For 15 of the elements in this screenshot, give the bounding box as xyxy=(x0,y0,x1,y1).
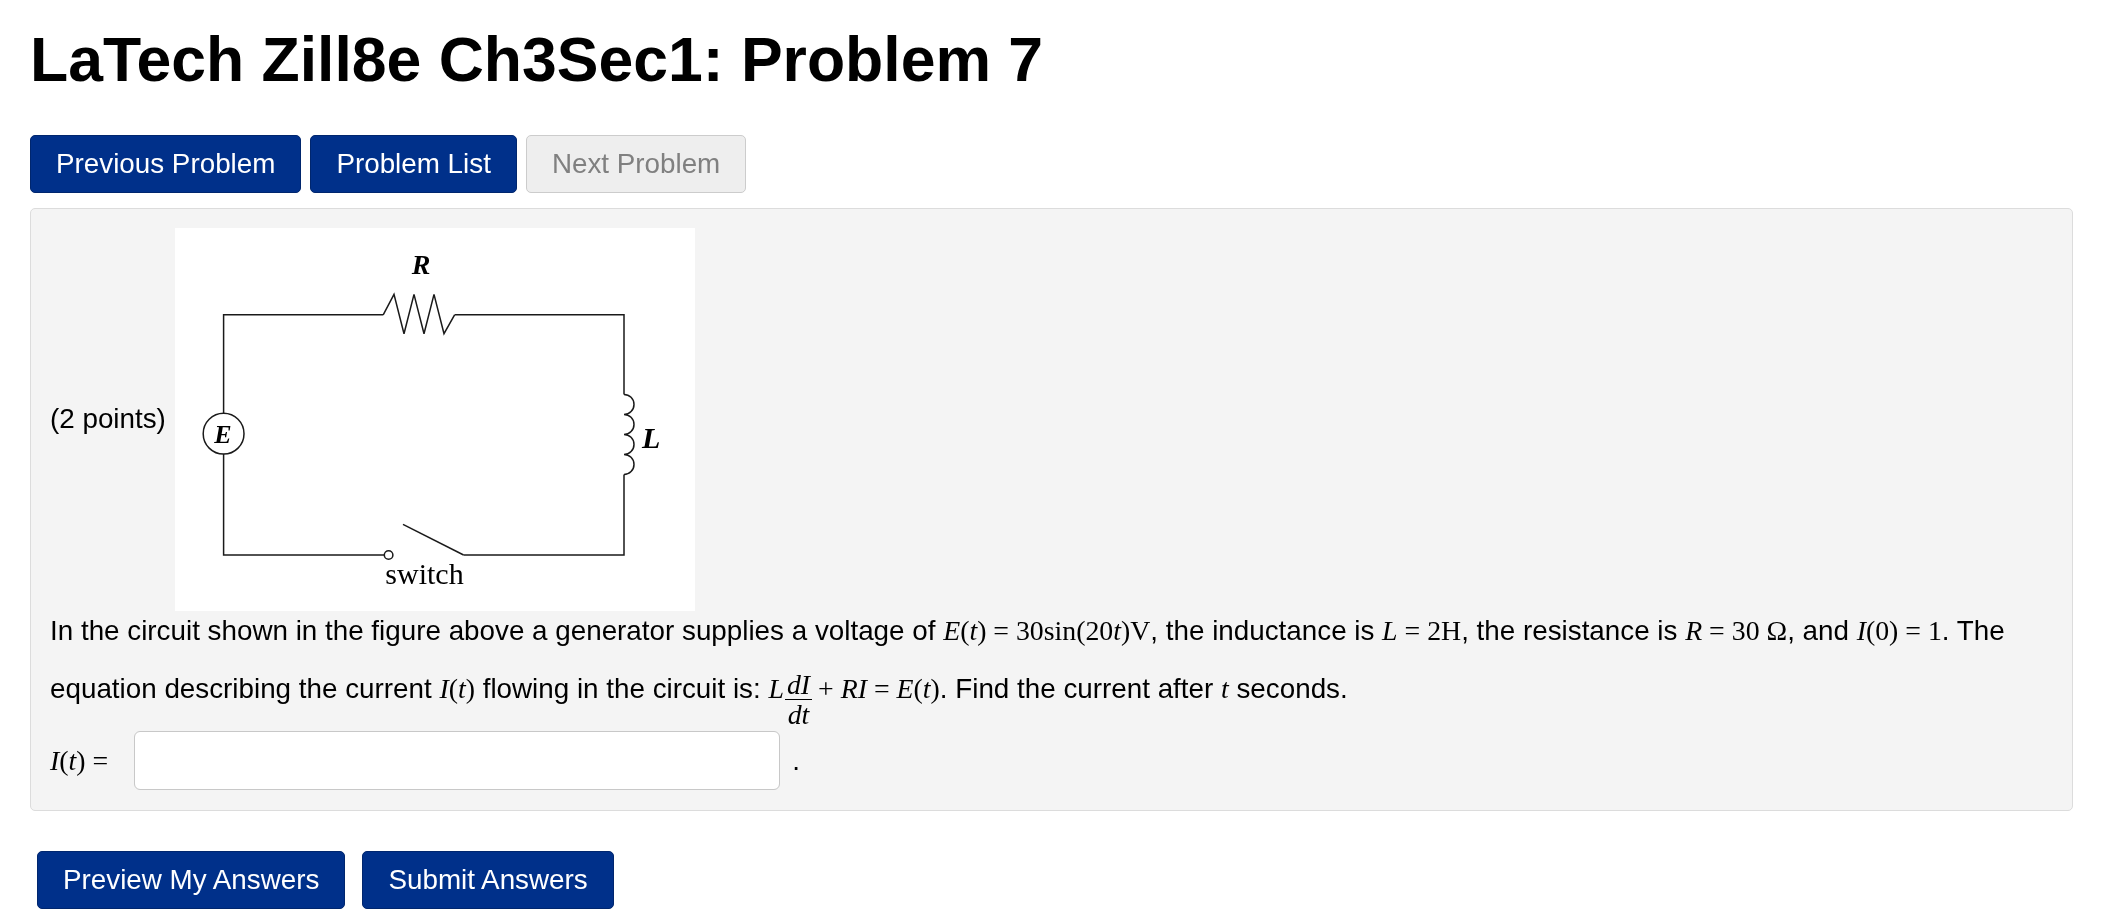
problem-title: LaTech Zill8e Ch3Sec1: Problem 7 xyxy=(30,23,1045,96)
voltage-source-symbol xyxy=(202,412,245,455)
action-button[interactable]: Submit Answers xyxy=(362,851,614,909)
switch-label: switch xyxy=(385,556,464,590)
action-button[interactable]: Preview My Answers xyxy=(37,851,346,909)
answer-period: . xyxy=(792,743,800,778)
nav-button[interactable]: Previous Problem xyxy=(30,135,302,193)
nav-button[interactable]: Problem List xyxy=(310,135,517,193)
source-label: E xyxy=(214,419,232,449)
problem-statement: In the circuit shown in the figure above a generator supplies a voltage of E(t) = 30sin(20t)V, the inductance is L = 2H, the resistance is R = 30 Ω, and I(0) = 1. The equation describing the current I(t) flowing in the circuit is: LdI dt + RI = E(t). Find the current after t seconds. xyxy=(50,613,2006,730)
inductor-label: L xyxy=(641,420,661,454)
points-label: (2 points) xyxy=(50,402,166,437)
answer-field[interactable] xyxy=(134,731,781,791)
resistor-label: R xyxy=(411,248,431,280)
answer-label: I(t) = xyxy=(50,743,109,778)
